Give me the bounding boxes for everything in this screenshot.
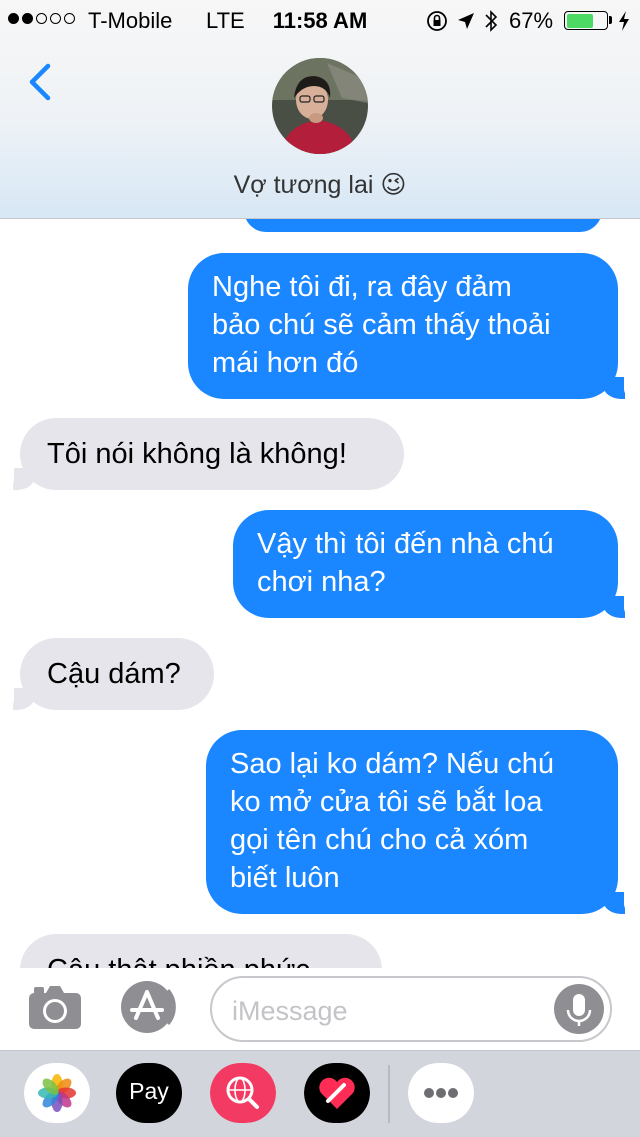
message-bubble-outgoing[interactable]: Nghe tôi đi, ra đây đảm bảo chú sẽ cảm t… — [188, 253, 637, 400]
chevron-left-icon — [29, 63, 51, 101]
imessage-field[interactable] — [210, 976, 612, 1042]
message-text: Tôi nói không là không! — [47, 438, 347, 470]
message-bubble-incoming[interactable]: Tôi nói không là không! — [1, 418, 404, 491]
message-text: Sao lại ko dám? Nếu chú — [230, 748, 555, 780]
apple-pay-label: Pay — [129, 1078, 169, 1104]
camera-icon — [29, 986, 81, 1029]
message-text: gọi tên chú cho cả xóm — [230, 824, 529, 856]
message-input[interactable] — [230, 992, 554, 1030]
battery-percent: 67% — [509, 8, 554, 33]
back-button[interactable] — [24, 60, 60, 104]
app-store-icon — [121, 981, 176, 1033]
message-text: ko mở cửa tôi sẽ bắt loa — [230, 786, 543, 818]
battery-icon — [564, 11, 608, 30]
drawer-divider — [388, 1065, 390, 1123]
message-bubble-outgoing[interactable]: Vậy thì tôi đến nhà chú chơi nha? — [233, 510, 637, 619]
bluetooth-icon — [485, 10, 498, 32]
digital-touch-app-icon[interactable] — [304, 1063, 370, 1123]
compose-bar — [0, 968, 640, 1050]
location-arrow-icon — [458, 13, 474, 29]
message-text: Cậu dám? — [47, 658, 181, 690]
message-text: Vậy thì tôi đến nhà chú — [257, 528, 554, 560]
message-bubble-incoming[interactable]: Cậu dám? — [1, 638, 214, 711]
microphone-icon — [566, 994, 592, 1026]
message-bubble-incoming[interactable]: Cậu thật phiền phức — [20, 934, 382, 968]
contact-avatar[interactable] — [272, 58, 368, 154]
previous-message-bubble[interactable] — [244, 218, 602, 232]
contact-name[interactable]: Vợ tương lai 😉 — [0, 170, 640, 200]
message-text: chơi nha? — [257, 566, 386, 598]
message-text: Nghe tôi đi, ra đây đảm — [212, 271, 512, 303]
more-apps-icon[interactable] — [408, 1063, 474, 1123]
apple-pay-app-icon[interactable]: Pay — [116, 1063, 182, 1123]
microphone-button[interactable] — [554, 984, 604, 1034]
message-bubble-outgoing[interactable]: Sao lại ko dám? Nếu chú ko mở cửa tôi sẽ… — [206, 730, 637, 915]
message-thread[interactable]: Nghe tôi đi, ra đây đảm bảo chú sẽ cảm t… — [0, 218, 640, 968]
status-bar: T-Mobile LTE 11:58 AM 67% — [0, 0, 640, 40]
message-text: bảo chú sẽ cảm thấy thoải — [212, 309, 551, 341]
message-text: Cậu thật phiền phức — [47, 951, 355, 968]
charging-bolt-icon — [619, 11, 629, 31]
message-text: biết luôn — [230, 862, 340, 894]
web-search-app-icon[interactable] — [210, 1063, 276, 1123]
message-text: mái hơn đó — [212, 347, 359, 379]
imessage-app-drawer: Pay — [0, 1050, 640, 1137]
orientation-lock-icon — [427, 11, 447, 31]
photos-app-icon[interactable] — [24, 1063, 90, 1123]
app-store-button[interactable] — [118, 980, 180, 1034]
camera-button[interactable] — [26, 982, 84, 1032]
